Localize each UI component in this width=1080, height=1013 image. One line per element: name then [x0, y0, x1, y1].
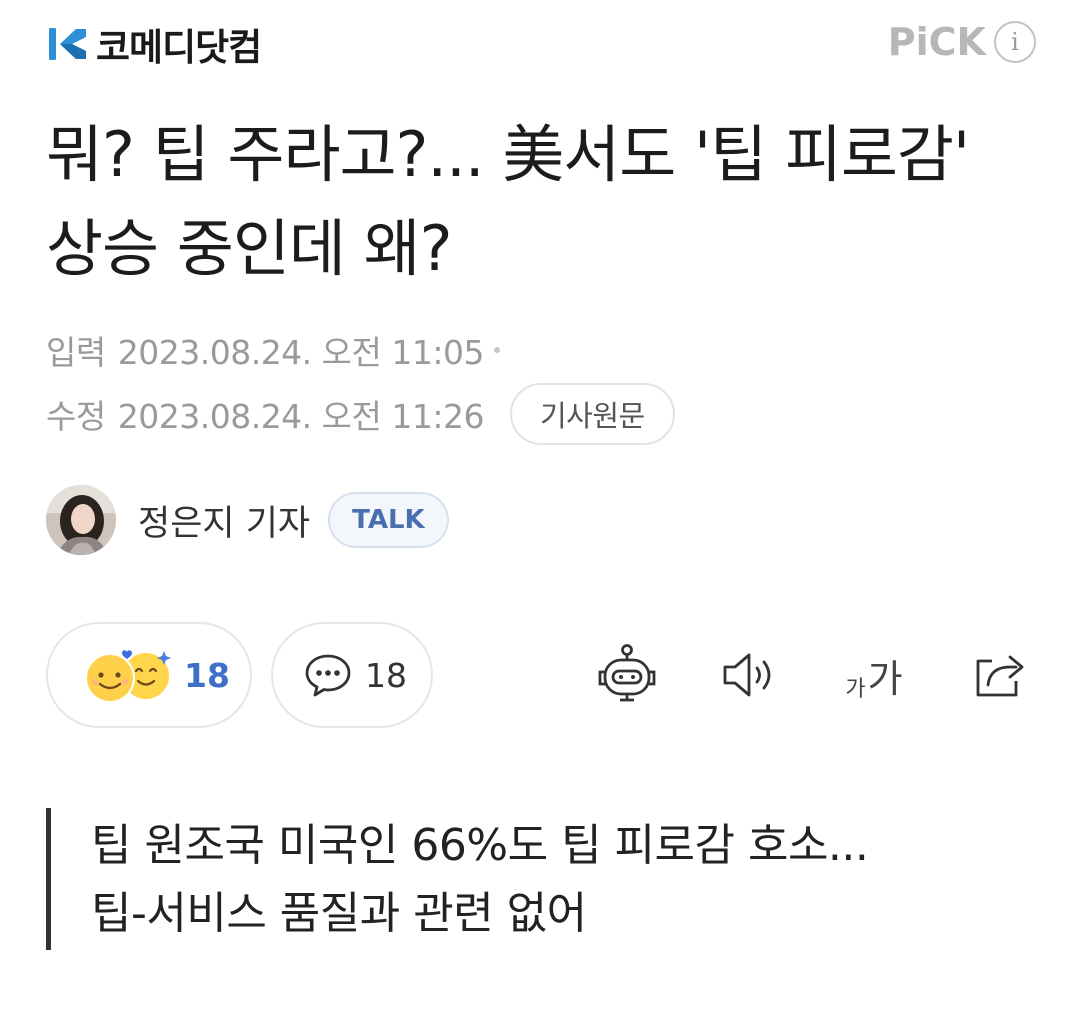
talk-button[interactable]: TALK: [328, 492, 449, 548]
edit-date-line: 수정 2023.08.24. 오전 11:26 기사원문: [46, 383, 675, 445]
font-size-small-glyph: 가: [845, 676, 866, 702]
input-date-label: 입력: [46, 333, 106, 372]
reporter-info: 정은지 기자 TALK: [46, 484, 449, 556]
read-aloud-button[interactable]: [716, 638, 782, 712]
reporter-name[interactable]: 정은지 기자: [138, 495, 310, 546]
press-name: 코메디닷컴: [96, 26, 262, 69]
pick-label: PiCK: [887, 20, 986, 64]
reaction-count: 18: [184, 655, 230, 695]
comment-bubble-icon: [305, 654, 351, 697]
font-size-icon: 가 가: [845, 648, 902, 703]
comment-count: 18: [365, 655, 407, 695]
reaction-button[interactable]: 18: [46, 622, 252, 728]
speaker-icon: [723, 653, 771, 697]
article-summary: 팁 원조국 미국인 66%도 팁 피로감 호소... 팁-서비스 품질과 관련 …: [46, 808, 1036, 950]
edit-date-value: 2023.08.24. 오전 11:26: [117, 397, 485, 436]
share-button[interactable]: [966, 638, 1032, 712]
info-icon[interactable]: i: [994, 21, 1036, 63]
reporter-avatar[interactable]: [46, 485, 116, 555]
reaction-emoji-icon: [85, 650, 171, 703]
summary-line: 팁-서비스 품질과 관련 없어: [91, 888, 587, 939]
avatar-photo-icon: [46, 485, 116, 555]
pick-section: PiCK i: [888, 18, 1036, 66]
ai-summary-button[interactable]: [592, 638, 662, 712]
edit-date-label: 수정: [46, 397, 106, 436]
original-article-button[interactable]: 기사원문: [509, 383, 675, 445]
font-size-large-glyph: 가: [867, 656, 903, 701]
ai-bot-icon: [598, 644, 656, 702]
press-logo[interactable]: 코메디닷컴: [46, 20, 262, 69]
press-header: 코메디닷컴 PiCK i: [46, 18, 1036, 70]
comment-button[interactable]: 18: [271, 622, 433, 728]
input-date-line: 입력 2023.08.24. 오전 11:05: [46, 326, 500, 374]
press-logo-mark-icon: [49, 28, 86, 60]
article-title: 뭐? 팁 주라고?... 美서도 '팁 피로감' 상승 중인데 왜?: [46, 118, 970, 285]
input-date-value: 2023.08.24. 오전 11:05: [117, 333, 485, 372]
date-separator-dot: [493, 347, 500, 353]
share-icon: [976, 655, 1024, 697]
summary-line: 팁 원조국 미국인 66%도 팁 피로감 호소...: [91, 820, 869, 871]
font-size-button[interactable]: 가 가: [836, 638, 912, 712]
